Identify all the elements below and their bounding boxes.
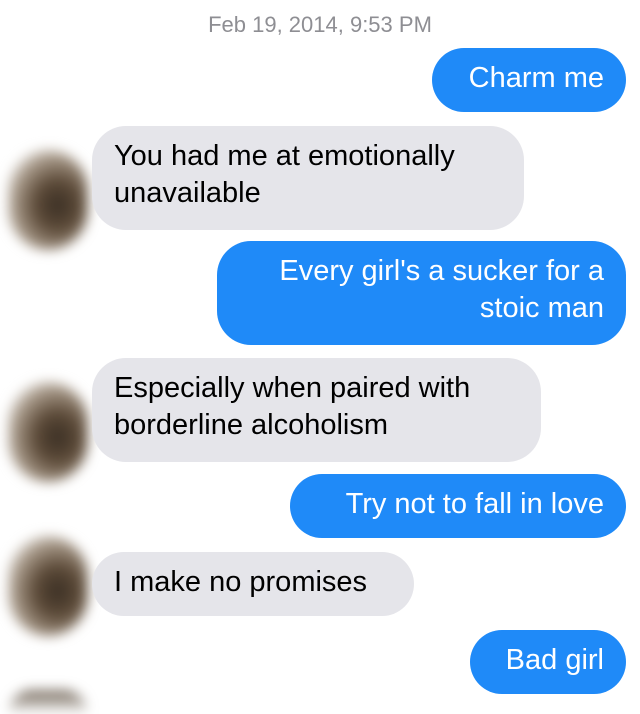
- outgoing-message-bubble[interactable]: Every girl's a sucker for a stoic man: [217, 241, 626, 345]
- contact-avatar[interactable]: [8, 536, 88, 636]
- contact-avatar[interactable]: [8, 382, 88, 482]
- message-text-line: You had me at emotionally: [114, 140, 455, 172]
- message-text: Try not to fall in love: [345, 488, 604, 520]
- message-text: Charm me: [468, 62, 604, 94]
- message-text: I make no promises: [114, 566, 368, 598]
- message-text-line: stoic man: [479, 292, 604, 324]
- contact-avatar[interactable]: [8, 150, 88, 250]
- outgoing-message-bubble[interactable]: Charm me: [432, 48, 626, 112]
- message-timestamp: Feb 19, 2014, 9:53 PM: [208, 12, 432, 37]
- message-text-line: Especially when paired with: [114, 372, 471, 404]
- contact-avatar[interactable]: [8, 690, 88, 714]
- outgoing-message-bubble[interactable]: Try not to fall in love: [290, 474, 626, 538]
- message-text: Bad girl: [505, 644, 604, 676]
- message-text-line: borderline alcoholism: [114, 409, 389, 441]
- outgoing-message-bubble[interactable]: Bad girl: [470, 630, 626, 694]
- incoming-message-bubble[interactable]: Especially when paired with borderline a…: [92, 358, 541, 462]
- message-text-line: Every girl's a sucker for a: [279, 255, 604, 287]
- message-text-line: unavailable: [114, 177, 261, 209]
- incoming-message-bubble[interactable]: I make no promises: [92, 552, 414, 616]
- incoming-message-bubble[interactable]: You had me at emotionally unavailable: [92, 126, 524, 230]
